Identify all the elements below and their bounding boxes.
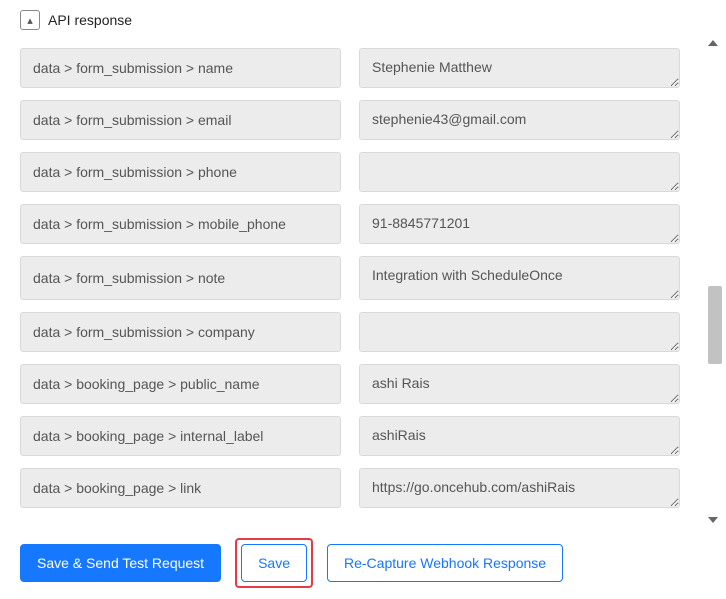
field-value-input[interactable]: Integration with ScheduleOnce xyxy=(359,256,680,300)
field-path-label[interactable]: data > form_submission > name xyxy=(20,48,341,88)
field-value-input[interactable]: stephenie43@gmail.com xyxy=(359,100,680,140)
field-row: data > booking_page > internal_label ash… xyxy=(20,416,680,456)
field-path-label[interactable]: data > booking_page > link xyxy=(20,468,341,508)
field-row: data > form_submission > company xyxy=(20,312,680,352)
field-path-label[interactable]: data > form_submission > email xyxy=(20,100,341,140)
field-path-label[interactable]: data > form_submission > mobile_phone xyxy=(20,204,341,244)
response-fields-list: data > form_submission > name Stephenie … xyxy=(0,36,700,527)
field-value-input[interactable] xyxy=(359,152,680,192)
footer-actions: Save & Send Test Request Save Re-Capture… xyxy=(0,527,726,599)
field-path-label[interactable]: data > booking_page > internal_label xyxy=(20,416,341,456)
field-value-input[interactable]: Stephenie Matthew xyxy=(359,48,680,88)
field-path-label[interactable]: data > booking_page > public_name xyxy=(20,364,341,404)
field-value-input[interactable] xyxy=(359,312,680,352)
field-value-input[interactable]: ashi Rais xyxy=(359,364,680,404)
chevron-up-icon: ▴ xyxy=(27,14,33,27)
field-value-input[interactable]: https://go.oncehub.com/ashiRais xyxy=(359,468,680,508)
field-row: data > booking_page > link https://go.on… xyxy=(20,468,680,508)
field-row: data > form_submission > phone xyxy=(20,152,680,192)
field-path-label[interactable]: data > form_submission > phone xyxy=(20,152,341,192)
section-header: ▴ API response xyxy=(0,0,726,36)
field-row: data > form_submission > note Integratio… xyxy=(20,256,680,300)
field-row: data > form_submission > mobile_phone 91… xyxy=(20,204,680,244)
scroll-up-icon[interactable] xyxy=(708,40,718,46)
save-button[interactable]: Save xyxy=(241,544,307,582)
field-row: data > form_submission > email stephenie… xyxy=(20,100,680,140)
field-value-input[interactable]: ashiRais xyxy=(359,416,680,456)
scrollbar[interactable] xyxy=(704,36,722,527)
collapse-toggle[interactable]: ▴ xyxy=(20,10,40,30)
field-row: data > booking_page > public_name ashi R… xyxy=(20,364,680,404)
scroll-down-icon[interactable] xyxy=(708,517,718,523)
field-value-input[interactable]: 91-8845771201 xyxy=(359,204,680,244)
save-send-test-request-button[interactable]: Save & Send Test Request xyxy=(20,544,221,582)
recapture-webhook-response-button[interactable]: Re-Capture Webhook Response xyxy=(327,544,563,582)
save-button-highlight: Save xyxy=(235,538,313,588)
section-title: API response xyxy=(48,12,132,28)
field-path-label[interactable]: data > form_submission > note xyxy=(20,256,341,300)
api-response-panel: ▴ API response data > form_submission > … xyxy=(0,0,726,599)
scrollbar-thumb[interactable] xyxy=(708,286,722,364)
field-path-label[interactable]: data > form_submission > company xyxy=(20,312,341,352)
field-row: data > form_submission > name Stephenie … xyxy=(20,48,680,88)
